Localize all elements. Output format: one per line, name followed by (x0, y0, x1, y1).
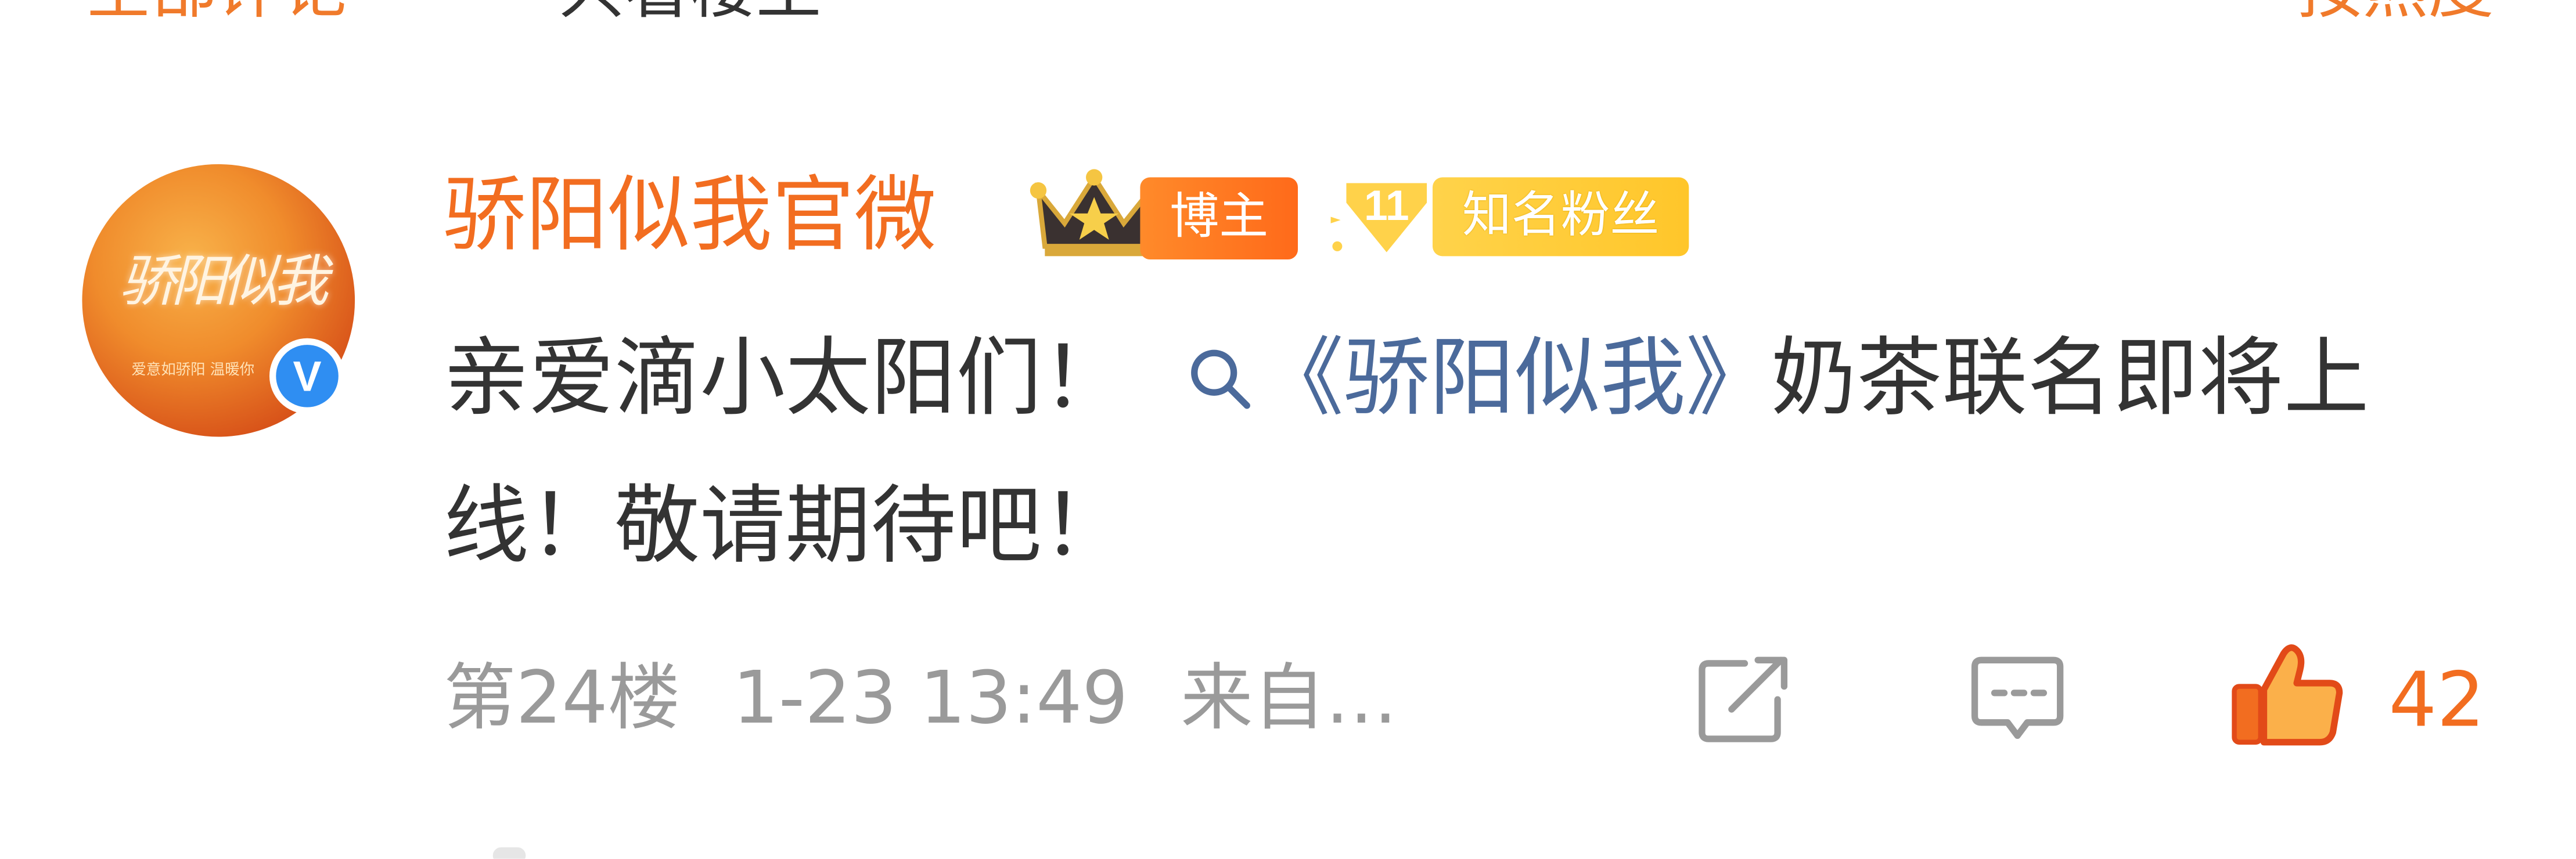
fan-level-number: 11 (1363, 181, 1409, 230)
share-icon[interactable] (1696, 654, 1794, 745)
avatar-subtitle: 爱意如骄阳 温暖你 (131, 363, 255, 380)
comment-icon[interactable] (1968, 654, 2067, 745)
fan-label: 知名粉丝 (1432, 177, 1689, 257)
username[interactable]: 骄阳似我官微 (444, 164, 937, 266)
comment-text-part1: 亲爱滴小太阳们！ (443, 330, 1127, 429)
top-tab-row: 全部评论 只看楼主 按热度 (0, 0, 2576, 23)
avatar-title: 骄阳似我 (120, 250, 329, 316)
comment-datetime: 1-23 13:49 (732, 656, 1128, 741)
thumbs-up-icon[interactable] (2228, 640, 2346, 749)
next-item-edge (492, 847, 526, 859)
verified-icon: V (269, 338, 346, 414)
comment-meta: 第24楼 1-23 13:49 来自… (444, 650, 2514, 749)
sort-by-hot[interactable]: 按热度 (2297, 0, 2494, 23)
blogger-badge: 博主 (1140, 177, 1298, 259)
floor-number: 第24楼 (443, 656, 681, 741)
tab-op-only[interactable]: 只看楼主 (559, 0, 822, 23)
like-count: 42 (2388, 655, 2485, 744)
comment-screen: 全部评论 只看楼主 按热度 骄阳似我 爱意如骄阳 温暖你 V 骄阳似我官微 博主… (0, 0, 2576, 859)
topic-link[interactable]: 《骄阳似我》 (1186, 330, 1771, 429)
search-icon (1191, 349, 1250, 409)
tab-all-comments[interactable]: 全部评论 (85, 0, 348, 23)
topic-text: 《骄阳似我》 (1258, 330, 1771, 429)
verified-glyph: V (276, 345, 339, 407)
comment-source: 来自… (1181, 656, 1398, 741)
fan-level-badge: 知名粉丝 11 (1327, 171, 1689, 262)
comment-text: 亲爱滴小太阳们！ 《骄阳似我》奶茶联名即将上线！敬请期待吧！ (444, 305, 2514, 601)
